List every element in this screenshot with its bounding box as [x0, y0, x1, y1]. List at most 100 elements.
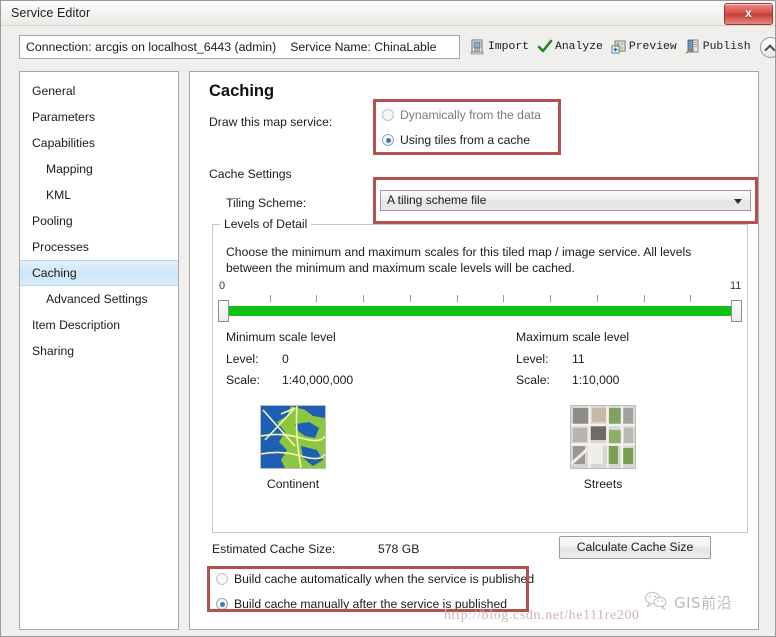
- close-button[interactable]: x: [724, 3, 773, 25]
- slider-tick: [503, 295, 505, 302]
- minimum-level-value: 0: [282, 352, 289, 366]
- sidebar-item-sharing[interactable]: Sharing: [20, 338, 178, 364]
- radio-indicator: [216, 598, 228, 610]
- import-icon: [470, 39, 486, 55]
- radio-label: Build cache automatically when the servi…: [234, 572, 535, 586]
- sidebar-item-processes[interactable]: Processes: [20, 234, 178, 260]
- publish-label: Publish: [702, 41, 751, 53]
- draw-service-radio-group: Dynamically from the data Using tiles fr…: [382, 108, 541, 147]
- preview-icon: [611, 39, 627, 55]
- minimum-level-key: Level:: [226, 352, 259, 366]
- sidebar-item-label: Pooling: [32, 214, 73, 228]
- city-blocks-thumbnail: [570, 405, 636, 469]
- sidebar-item-mapping[interactable]: Mapping: [20, 156, 178, 182]
- caching-panel: Caching Draw this map service: Dynamical…: [189, 71, 759, 630]
- minimum-scale-value: 1:40,000,000: [282, 373, 354, 387]
- radio-indicator: [382, 109, 394, 121]
- radio-build-automatically[interactable]: Build cache automatically when the servi…: [216, 572, 534, 586]
- slider-tick: [550, 295, 552, 302]
- slider-tick: [409, 295, 411, 302]
- sidebar-item-label: Advanced Settings: [46, 292, 148, 306]
- cache-settings-label: Cache Settings: [209, 167, 292, 181]
- slider-selected-range: [228, 306, 732, 316]
- top-toolbar: Connection: arcgis on localhost_6443 (ad…: [1, 26, 775, 68]
- maximum-scale-row: Scale: 1:10,000: [516, 373, 629, 387]
- sidebar-item-capabilities[interactable]: Capabilities: [20, 130, 178, 156]
- publish-button[interactable]: Publish: [682, 38, 754, 56]
- minimum-scale-readout: Minimum scale level Level: 0 Scale: 1:40…: [226, 330, 353, 394]
- sidebar-item-item-description[interactable]: Item Description: [20, 312, 178, 338]
- radio-indicator: [382, 134, 394, 146]
- tiling-scheme-value: A tiling scheme file: [387, 193, 487, 207]
- slider-tick: [596, 295, 598, 302]
- toolbar-actions: Import Analyze Preview Publish: [467, 35, 775, 59]
- slider-tick: [363, 295, 365, 302]
- radio-label: Dynamically from the data: [400, 108, 541, 122]
- maximum-scale-heading: Maximum scale level: [516, 330, 630, 344]
- streets-thumbnail-card: Streets: [568, 405, 638, 491]
- maximum-level-key: Level:: [516, 352, 549, 366]
- slider-tick: [316, 295, 318, 302]
- sidebar-item-label: Parameters: [32, 110, 95, 124]
- maximum-level-row: Level: 11: [516, 352, 629, 366]
- slider-min-handle[interactable]: [218, 300, 229, 322]
- analyze-button[interactable]: Analyze: [534, 38, 606, 56]
- slider-tick-marks: [218, 292, 742, 304]
- estimated-cache-size-label: Estimated Cache Size:: [212, 542, 336, 556]
- preview-button[interactable]: Preview: [608, 38, 680, 56]
- draw-service-label: Draw this map service:: [209, 115, 333, 129]
- minimum-scale-heading: Minimum scale level: [226, 330, 336, 344]
- radio-dynamically-from-data[interactable]: Dynamically from the data: [382, 108, 541, 122]
- continent-caption: Continent: [266, 477, 320, 491]
- sidebar-item-label: Sharing: [32, 344, 75, 358]
- tiling-scheme-label: Tiling Scheme:: [226, 196, 307, 210]
- analyze-label: Analyze: [555, 41, 603, 53]
- page-title: Caching: [209, 82, 275, 100]
- radio-build-manually[interactable]: Build cache manually after the service i…: [216, 597, 534, 611]
- scale-thumbnails: Continent Streets: [226, 405, 726, 515]
- slider-max-handle[interactable]: [731, 300, 742, 322]
- levels-of-detail-description: Choose the minimum and maximum scales fo…: [226, 245, 692, 275]
- import-label: Import: [488, 41, 530, 53]
- import-button[interactable]: Import: [467, 38, 532, 56]
- levels-of-detail-title: Levels of Detail: [220, 217, 312, 231]
- sidebar-item-label: General: [32, 84, 76, 98]
- radio-label: Build cache manually after the service i…: [234, 597, 508, 611]
- sidebar-item-kml[interactable]: KML: [20, 182, 178, 208]
- sidebar-item-label: Processes: [32, 240, 89, 254]
- estimated-cache-size-value: 578 GB: [378, 542, 420, 556]
- publish-icon: [684, 39, 701, 55]
- tiling-scheme-select[interactable]: A tiling scheme file: [380, 190, 751, 211]
- sidebar-item-label: Caching: [32, 266, 77, 280]
- sidebar-item-advanced-settings[interactable]: Advanced Settings: [20, 286, 178, 312]
- radio-using-tiles-from-cache[interactable]: Using tiles from a cache: [382, 133, 541, 147]
- minimum-level-row: Level: 0: [226, 352, 353, 366]
- streets-caption: Streets: [583, 477, 623, 491]
- maximum-level-value: 11: [572, 352, 585, 366]
- sidebar-item-label: KML: [46, 188, 72, 202]
- calculate-cache-size-button[interactable]: Calculate Cache Size: [559, 536, 711, 559]
- maximum-scale-key: Scale:: [516, 373, 550, 387]
- levels-range-slider[interactable]: 0 11: [218, 280, 742, 326]
- sidebar-item-general[interactable]: General: [20, 78, 178, 104]
- slider-tick: [456, 295, 458, 302]
- chevron-up-icon[interactable]: [759, 36, 775, 58]
- sidebar-item-label: Capabilities: [32, 136, 96, 150]
- sidebar-item-label: Mapping: [46, 162, 93, 176]
- connection-info-field[interactable]: Connection: arcgis on localhost_6443 (ad…: [19, 35, 460, 59]
- slider-min-value-label: 0: [219, 280, 226, 292]
- sidebar-item-parameters[interactable]: Parameters: [20, 104, 178, 130]
- radio-indicator: [216, 573, 228, 585]
- preview-label: Preview: [628, 41, 677, 53]
- sidebar-item-caching[interactable]: Caching: [20, 260, 178, 286]
- slider-max-value-label: 11: [730, 280, 742, 292]
- slider-tick: [690, 295, 692, 302]
- world-map-thumbnail: [260, 405, 326, 469]
- sidebar-item-label: Item Description: [32, 318, 121, 332]
- continent-thumbnail-card: Continent: [258, 405, 328, 491]
- chevron-down-icon: [734, 199, 742, 204]
- window-title: Service Editor: [11, 6, 91, 20]
- sidebar-item-pooling[interactable]: Pooling: [20, 208, 178, 234]
- minimum-scale-row: Scale: 1:40,000,000: [226, 373, 353, 387]
- window-titlebar: Service Editor x: [1, 1, 775, 26]
